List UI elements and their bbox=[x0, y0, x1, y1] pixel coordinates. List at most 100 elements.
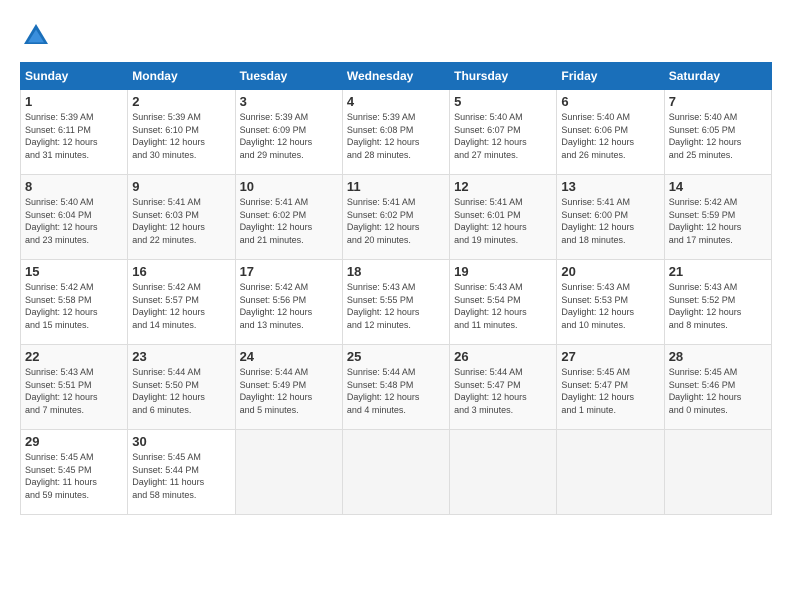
day-number: 14 bbox=[669, 179, 767, 194]
day-number: 15 bbox=[25, 264, 123, 279]
day-info: Sunrise: 5:41 AMSunset: 6:03 PMDaylight:… bbox=[132, 196, 230, 246]
week-row-5: 29 Sunrise: 5:45 AMSunset: 5:45 PMDayligh… bbox=[21, 430, 772, 515]
day-number: 8 bbox=[25, 179, 123, 194]
day-number: 10 bbox=[240, 179, 338, 194]
day-number: 22 bbox=[25, 349, 123, 364]
day-info: Sunrise: 5:43 AMSunset: 5:52 PMDaylight:… bbox=[669, 281, 767, 331]
day-info: Sunrise: 5:41 AMSunset: 6:02 PMDaylight:… bbox=[347, 196, 445, 246]
calendar-table: SundayMondayTuesdayWednesdayThursdayFrid… bbox=[20, 62, 772, 515]
day-info: Sunrise: 5:42 AMSunset: 5:56 PMDaylight:… bbox=[240, 281, 338, 331]
calendar-cell: 24 Sunrise: 5:44 AMSunset: 5:49 PMDayligh… bbox=[235, 345, 342, 430]
day-number: 4 bbox=[347, 94, 445, 109]
day-info: Sunrise: 5:44 AMSunset: 5:47 PMDaylight:… bbox=[454, 366, 552, 416]
day-number: 16 bbox=[132, 264, 230, 279]
calendar-cell: 25 Sunrise: 5:44 AMSunset: 5:48 PMDayligh… bbox=[342, 345, 449, 430]
day-info: Sunrise: 5:45 AMSunset: 5:44 PMDaylight:… bbox=[132, 451, 230, 501]
week-row-3: 15 Sunrise: 5:42 AMSunset: 5:58 PMDayligh… bbox=[21, 260, 772, 345]
calendar-cell: 1Sunrise: 5:39 AMSunset: 6:11 PMDaylight… bbox=[21, 90, 128, 175]
day-info: Sunrise: 5:45 AMSunset: 5:47 PMDaylight:… bbox=[561, 366, 659, 416]
day-number: 9 bbox=[132, 179, 230, 194]
weekday-header-friday: Friday bbox=[557, 63, 664, 90]
calendar-cell: 20 Sunrise: 5:43 AMSunset: 5:53 PMDayligh… bbox=[557, 260, 664, 345]
day-info: Sunrise: 5:41 AMSunset: 6:00 PMDaylight:… bbox=[561, 196, 659, 246]
weekday-header-sunday: Sunday bbox=[21, 63, 128, 90]
calendar-cell: 13 Sunrise: 5:41 AMSunset: 6:00 PMDayligh… bbox=[557, 175, 664, 260]
calendar-cell: 27 Sunrise: 5:45 AMSunset: 5:47 PMDayligh… bbox=[557, 345, 664, 430]
calendar-cell bbox=[664, 430, 771, 515]
day-number: 20 bbox=[561, 264, 659, 279]
day-info: Sunrise: 5:40 AMSunset: 6:07 PMDaylight:… bbox=[454, 111, 552, 161]
calendar-cell: 30 Sunrise: 5:45 AMSunset: 5:44 PMDayligh… bbox=[128, 430, 235, 515]
calendar-cell: 23 Sunrise: 5:44 AMSunset: 5:50 PMDayligh… bbox=[128, 345, 235, 430]
day-number: 30 bbox=[132, 434, 230, 449]
weekday-header-thursday: Thursday bbox=[450, 63, 557, 90]
day-number: 6 bbox=[561, 94, 659, 109]
day-number: 21 bbox=[669, 264, 767, 279]
calendar-cell: 26 Sunrise: 5:44 AMSunset: 5:47 PMDayligh… bbox=[450, 345, 557, 430]
calendar-cell: 10 Sunrise: 5:41 AMSunset: 6:02 PMDayligh… bbox=[235, 175, 342, 260]
day-info: Sunrise: 5:42 AMSunset: 5:59 PMDaylight:… bbox=[669, 196, 767, 246]
calendar-cell: 17 Sunrise: 5:42 AMSunset: 5:56 PMDayligh… bbox=[235, 260, 342, 345]
calendar-cell: 22 Sunrise: 5:43 AMSunset: 5:51 PMDayligh… bbox=[21, 345, 128, 430]
logo bbox=[20, 20, 56, 52]
calendar-cell bbox=[342, 430, 449, 515]
day-info: Sunrise: 5:43 AMSunset: 5:53 PMDaylight:… bbox=[561, 281, 659, 331]
day-info: Sunrise: 5:39 AMSunset: 6:08 PMDaylight:… bbox=[347, 111, 445, 161]
day-number: 13 bbox=[561, 179, 659, 194]
calendar-cell: 12Sunrise: 5:41 AMSunset: 6:01 PMDayligh… bbox=[450, 175, 557, 260]
calendar-cell: 9 Sunrise: 5:41 AMSunset: 6:03 PMDaylight… bbox=[128, 175, 235, 260]
calendar-cell: 28 Sunrise: 5:45 AMSunset: 5:46 PMDayligh… bbox=[664, 345, 771, 430]
day-info: Sunrise: 5:42 AMSunset: 5:57 PMDaylight:… bbox=[132, 281, 230, 331]
calendar-cell: 21 Sunrise: 5:43 AMSunset: 5:52 PMDayligh… bbox=[664, 260, 771, 345]
day-info: Sunrise: 5:41 AMSunset: 6:02 PMDaylight:… bbox=[240, 196, 338, 246]
calendar-cell: 16 Sunrise: 5:42 AMSunset: 5:57 PMDayligh… bbox=[128, 260, 235, 345]
day-info: Sunrise: 5:40 AMSunset: 6:05 PMDaylight:… bbox=[669, 111, 767, 161]
day-info: Sunrise: 5:45 AMSunset: 5:45 PMDaylight:… bbox=[25, 451, 123, 501]
day-number: 23 bbox=[132, 349, 230, 364]
calendar-cell: 18Sunrise: 5:43 AMSunset: 5:55 PMDayligh… bbox=[342, 260, 449, 345]
calendar-cell: 5 Sunrise: 5:40 AMSunset: 6:07 PMDaylight… bbox=[450, 90, 557, 175]
calendar-cell: 8 Sunrise: 5:40 AMSunset: 6:04 PMDaylight… bbox=[21, 175, 128, 260]
calendar-cell: 11Sunrise: 5:41 AMSunset: 6:02 PMDayligh… bbox=[342, 175, 449, 260]
day-number: 25 bbox=[347, 349, 445, 364]
week-row-1: 1Sunrise: 5:39 AMSunset: 6:11 PMDaylight… bbox=[21, 90, 772, 175]
day-info: Sunrise: 5:40 AMSunset: 6:04 PMDaylight:… bbox=[25, 196, 123, 246]
day-number: 24 bbox=[240, 349, 338, 364]
day-info: Sunrise: 5:44 AMSunset: 5:49 PMDaylight:… bbox=[240, 366, 338, 416]
calendar-cell: 6 Sunrise: 5:40 AMSunset: 6:06 PMDaylight… bbox=[557, 90, 664, 175]
calendar-cell: 3Sunrise: 5:39 AMSunset: 6:09 PMDaylight… bbox=[235, 90, 342, 175]
weekday-header-saturday: Saturday bbox=[664, 63, 771, 90]
day-number: 19 bbox=[454, 264, 552, 279]
day-info: Sunrise: 5:42 AMSunset: 5:58 PMDaylight:… bbox=[25, 281, 123, 331]
day-number: 29 bbox=[25, 434, 123, 449]
day-info: Sunrise: 5:41 AMSunset: 6:01 PMDaylight:… bbox=[454, 196, 552, 246]
day-info: Sunrise: 5:39 AMSunset: 6:11 PMDaylight:… bbox=[25, 111, 123, 161]
day-number: 27 bbox=[561, 349, 659, 364]
weekday-header-monday: Monday bbox=[128, 63, 235, 90]
day-number: 17 bbox=[240, 264, 338, 279]
day-number: 28 bbox=[669, 349, 767, 364]
day-info: Sunrise: 5:43 AMSunset: 5:51 PMDaylight:… bbox=[25, 366, 123, 416]
day-info: Sunrise: 5:43 AMSunset: 5:55 PMDaylight:… bbox=[347, 281, 445, 331]
calendar-cell bbox=[450, 430, 557, 515]
day-number: 7 bbox=[669, 94, 767, 109]
calendar-cell: 7 Sunrise: 5:40 AMSunset: 6:05 PMDaylight… bbox=[664, 90, 771, 175]
weekday-header-tuesday: Tuesday bbox=[235, 63, 342, 90]
week-row-4: 22 Sunrise: 5:43 AMSunset: 5:51 PMDayligh… bbox=[21, 345, 772, 430]
day-info: Sunrise: 5:44 AMSunset: 5:48 PMDaylight:… bbox=[347, 366, 445, 416]
calendar-cell: 15 Sunrise: 5:42 AMSunset: 5:58 PMDayligh… bbox=[21, 260, 128, 345]
week-row-2: 8 Sunrise: 5:40 AMSunset: 6:04 PMDaylight… bbox=[21, 175, 772, 260]
day-number: 26 bbox=[454, 349, 552, 364]
calendar-cell: 2Sunrise: 5:39 AMSunset: 6:10 PMDaylight… bbox=[128, 90, 235, 175]
calendar-cell: 14 Sunrise: 5:42 AMSunset: 5:59 PMDayligh… bbox=[664, 175, 771, 260]
weekday-header-row: SundayMondayTuesdayWednesdayThursdayFrid… bbox=[21, 63, 772, 90]
calendar-cell bbox=[235, 430, 342, 515]
day-info: Sunrise: 5:40 AMSunset: 6:06 PMDaylight:… bbox=[561, 111, 659, 161]
day-number: 5 bbox=[454, 94, 552, 109]
day-info: Sunrise: 5:45 AMSunset: 5:46 PMDaylight:… bbox=[669, 366, 767, 416]
day-info: Sunrise: 5:44 AMSunset: 5:50 PMDaylight:… bbox=[132, 366, 230, 416]
day-info: Sunrise: 5:39 AMSunset: 6:09 PMDaylight:… bbox=[240, 111, 338, 161]
calendar-cell: 19Sunrise: 5:43 AMSunset: 5:54 PMDayligh… bbox=[450, 260, 557, 345]
logo-icon bbox=[20, 20, 52, 52]
day-number: 2 bbox=[132, 94, 230, 109]
